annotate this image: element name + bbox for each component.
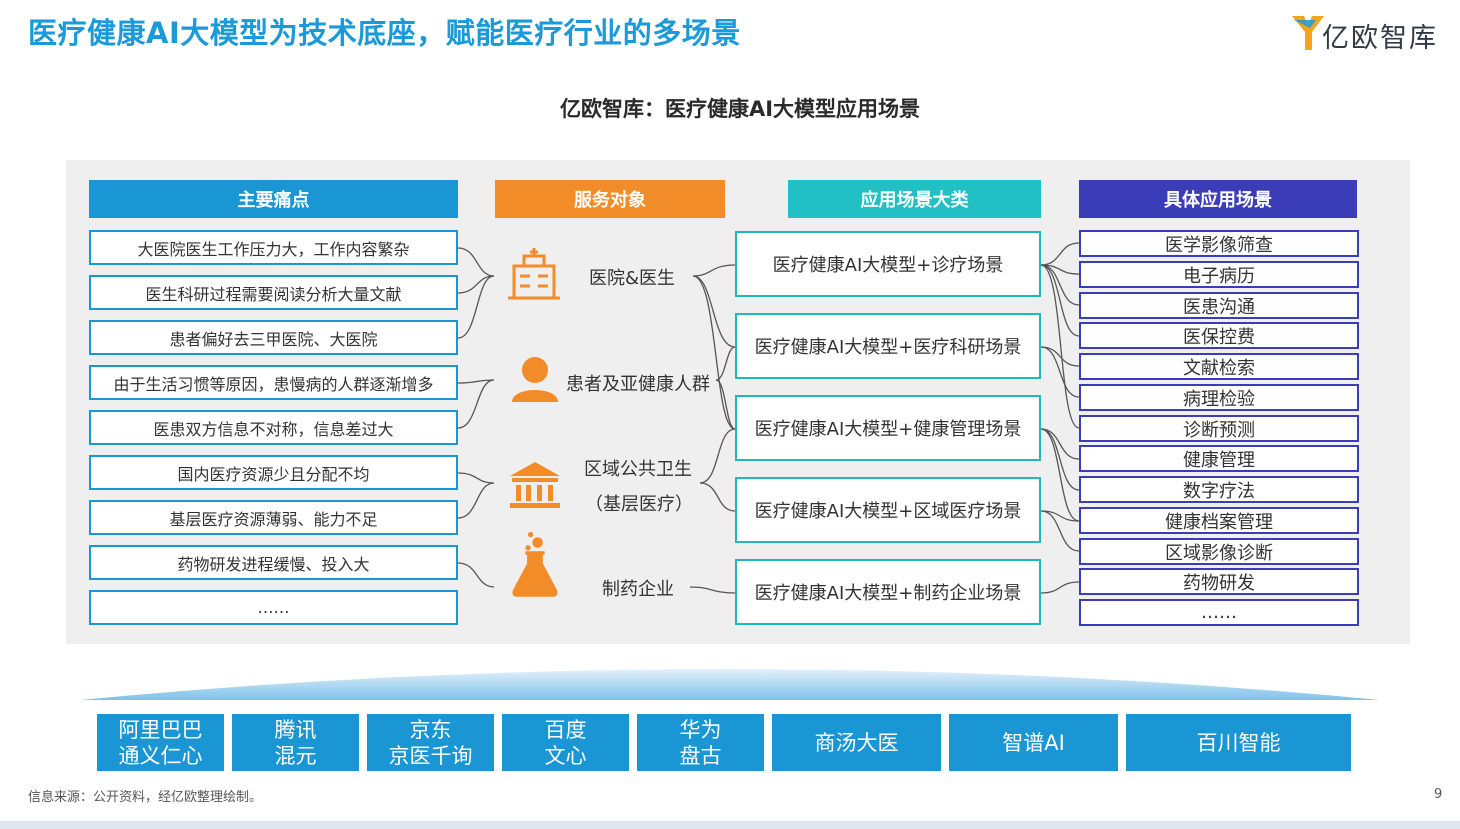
- diagram-title: 亿欧智库：医疗健康AI大模型应用场景: [559, 97, 921, 121]
- vendor-line1: 阿里巴巴: [118, 717, 203, 742]
- pain-point-box: 大医院医生工作压力大，工作内容繁杂: [89, 230, 458, 265]
- specific-scenario-box: 健康管理: [1079, 445, 1359, 472]
- pain-point-box: 医患双方信息不对称，信息差过大: [89, 410, 458, 445]
- pain-point-box: 基层医疗资源薄弱、能力不足: [89, 500, 458, 535]
- scenario-category-box: 医疗健康AI大模型+诊疗场景: [735, 231, 1041, 297]
- specific-scenario-box: 数字疗法: [1079, 476, 1359, 503]
- service-target-label: 制药企业: [602, 579, 674, 600]
- specific-scenario-box: 诊断预测: [1079, 415, 1359, 442]
- specific-scenario-box: 电子病历: [1079, 261, 1359, 288]
- pain-point-box: 由于生活习惯等原因，患慢病的人群逐渐增多: [89, 365, 458, 400]
- page-title: 医疗健康AI大模型为技术底座，赋能医疗行业的多场景: [28, 16, 741, 50]
- vendor-line1: 商汤大医: [814, 730, 899, 755]
- vendor-line1: 华为: [679, 717, 722, 742]
- page-number: 9: [1434, 787, 1443, 802]
- header-pain-points: 主要痛点: [89, 180, 458, 218]
- vendor-box: 百度 文心: [502, 714, 629, 771]
- flask-icon: [512, 532, 558, 597]
- footer-band: [0, 821, 1460, 829]
- vendor-line1: 智谱AI: [1002, 730, 1065, 755]
- specific-scenario-box: 病理检验: [1079, 384, 1359, 411]
- vendor-box: 京东 京医千询: [367, 714, 494, 771]
- vendor-line1: 百度: [544, 717, 587, 742]
- vendor-box: 腾讯 混元: [232, 714, 359, 771]
- vendor-line1: 百川智能: [1196, 730, 1281, 755]
- header-specific-scenarios: 具体应用场景: [1079, 180, 1357, 218]
- specific-scenario-box: 医学影像筛查: [1079, 230, 1359, 257]
- public-building-icon: [510, 462, 560, 508]
- vendor-line1: 腾讯: [274, 717, 317, 742]
- specific-scenario-box: 区域影像诊断: [1079, 538, 1359, 565]
- vendor-line2: 混元: [274, 743, 317, 768]
- vendor-line1: 京东: [409, 717, 452, 742]
- scenario-category-box: 医疗健康AI大模型+医疗科研场景: [735, 313, 1041, 379]
- pain-point-box: 国内医疗资源少且分配不均: [89, 455, 458, 490]
- vendor-box: 阿里巴巴 通义仁心: [97, 714, 224, 771]
- specific-scenario-box: 文献检索: [1079, 353, 1359, 380]
- specific-scenario-box: ……: [1079, 599, 1359, 626]
- source-note: 信息来源：公开资料，经亿欧整理绘制。: [28, 790, 263, 805]
- header-service-targets: 服务对象: [495, 180, 725, 218]
- hospital-icon: [508, 248, 560, 300]
- specific-scenario-box: 药物研发: [1079, 568, 1359, 595]
- vendor-box: 智谱AI: [949, 714, 1118, 771]
- pain-point-box: 医生科研过程需要阅读分析大量文献: [89, 275, 458, 310]
- header-scenario-categories: 应用场景大类: [788, 180, 1041, 218]
- vendor-line2: 文心: [544, 743, 587, 768]
- pain-point-box: 药物研发进程缓慢、投入大: [89, 545, 458, 580]
- vendor-box: 百川智能: [1126, 714, 1351, 771]
- service-target-label: 患者及亚健康人群: [566, 374, 710, 395]
- vendor-line2: 通义仁心: [118, 743, 203, 768]
- pain-point-box: ……: [89, 590, 458, 625]
- logo-text: 亿欧智库: [1322, 23, 1438, 54]
- specific-scenario-box: 医保控费: [1079, 322, 1359, 349]
- scenario-category-box: 医疗健康AI大模型+区域医疗场景: [735, 477, 1041, 543]
- scenario-category-box: 医疗健康AI大模型+健康管理场景: [735, 395, 1041, 461]
- vendor-box: 商汤大医: [772, 714, 941, 771]
- foundation-gradient-bar: [80, 669, 1380, 700]
- service-target-sublabel: （基层医疗）: [585, 494, 693, 515]
- specific-scenario-box: 医患沟通: [1079, 292, 1359, 319]
- pain-point-box: 患者偏好去三甲医院、大医院: [89, 320, 458, 355]
- scenario-category-box: 医疗健康AI大模型+制药企业场景: [735, 559, 1041, 625]
- service-target-label: 医院&医生: [589, 268, 676, 289]
- person-icon: [512, 357, 558, 402]
- specific-scenario-box: 健康档案管理: [1079, 507, 1359, 534]
- vendor-line2: 盘古: [679, 743, 722, 768]
- vendor-line2: 京医千询: [388, 743, 473, 768]
- service-target-label: 区域公共卫生: [584, 459, 692, 480]
- vendor-box: 华为 盘古: [637, 714, 764, 771]
